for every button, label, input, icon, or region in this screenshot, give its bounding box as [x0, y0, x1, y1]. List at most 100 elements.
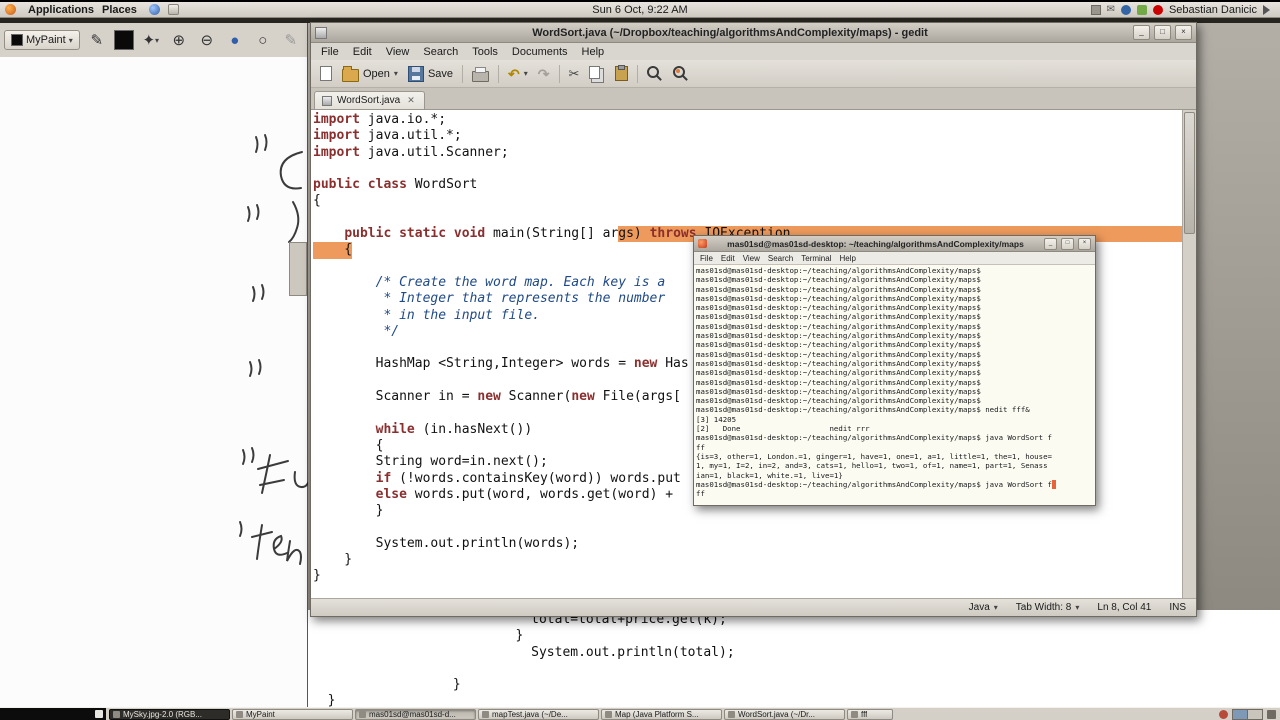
- taskbar-item[interactable]: WordSort.java (~/Dr...: [724, 708, 845, 720]
- redo-button[interactable]: ↷: [534, 65, 554, 83]
- scrollbar-thumb[interactable]: [1184, 112, 1195, 234]
- save-icon: [407, 65, 424, 82]
- code-line: public class WordSort: [313, 177, 478, 193]
- terminal-menu-file[interactable]: File: [697, 254, 716, 263]
- panel-menu-applications[interactable]: Applications: [24, 4, 98, 16]
- terminal-line: 1, my=1, I=2, in=2, and=3, cats=1, hello…: [696, 461, 1048, 471]
- gedit-menu-search[interactable]: Search: [417, 45, 464, 59]
- taskbar-item[interactable]: Map (Java Platform S...: [601, 708, 722, 720]
- terminal-line: mas01sd@mas01sd-desktop:~/teaching/algor…: [696, 405, 1030, 415]
- mypaint-canvas[interactable]: [0, 57, 308, 707]
- tray-app-icon[interactable]: [1219, 709, 1228, 719]
- terminal-line: {is=3, other=1, London.=1, ginger=1, hav…: [696, 451, 1052, 461]
- taskbar-right-area: [1215, 708, 1280, 720]
- taskbar-item-label: WordSort.java (~/Dr...: [738, 709, 815, 719]
- distro-logo-icon[interactable]: [5, 4, 16, 15]
- maximize-button[interactable]: □: [1061, 237, 1074, 250]
- user-switcher[interactable]: Sebastian Danicic: [1169, 4, 1257, 16]
- close-button[interactable]: ×: [1078, 237, 1091, 250]
- taskbar-item[interactable]: mas01sd@mas01sd-d...: [355, 708, 476, 720]
- tab-wordsort-java[interactable]: WordSort.java ✕: [314, 91, 425, 109]
- terminal-line: mas01sd@mas01sd-desktop:~/teaching/algor…: [696, 331, 981, 341]
- gedit-menu-view[interactable]: View: [380, 45, 416, 59]
- save-button[interactable]: Save: [404, 64, 457, 84]
- terminal-line: mas01sd@mas01sd-desktop:~/teaching/algor…: [696, 349, 981, 359]
- window-icon: [113, 710, 120, 718]
- gedit-menu-tools[interactable]: Tools: [466, 45, 504, 59]
- workspace-2[interactable]: [1248, 709, 1262, 719]
- undo-button[interactable]: ↶ ▾: [504, 65, 532, 83]
- gedit-menu-help[interactable]: Help: [576, 45, 611, 59]
- pencil-tool-icon[interactable]: ✎: [86, 29, 108, 51]
- gedit-titlebar[interactable]: WordSort.java (~/Dropbox/teaching/algori…: [311, 23, 1196, 43]
- language-selector[interactable]: Java ▾: [969, 602, 998, 613]
- taskbar-item[interactable]: fff: [847, 708, 893, 720]
- new-button[interactable]: [316, 64, 336, 83]
- code-line: }: [313, 552, 353, 568]
- cut-icon: ✂: [568, 65, 580, 81]
- taskbar-item[interactable]: MySky.jpg-2.0 (RGB...: [109, 708, 230, 720]
- eraser-tool-icon[interactable]: ✎: [280, 29, 302, 51]
- chat-status-icon[interactable]: [1136, 4, 1147, 15]
- chevron-down-icon: ▾: [523, 69, 528, 78]
- terminal-line: mas01sd@mas01sd-desktop:~/teaching/algor…: [696, 479, 1093, 490]
- copy-icon: [589, 65, 601, 79]
- brush-selector-icon[interactable]: ✦ ▾: [140, 29, 162, 51]
- trash-icon[interactable]: [1267, 709, 1276, 719]
- workspace-1[interactable]: [1233, 709, 1248, 719]
- browser-launcher-icon[interactable]: [148, 4, 160, 15]
- chevron-down-icon: ▾: [993, 603, 998, 612]
- app-launcher-icon[interactable]: [167, 4, 179, 15]
- copy-button[interactable]: [585, 65, 609, 81]
- gedit-menu-documents[interactable]: Documents: [506, 45, 574, 59]
- gedit-menu-file[interactable]: File: [315, 45, 345, 59]
- panel-menu-places[interactable]: Places: [98, 4, 141, 16]
- maximize-button[interactable]: □: [1154, 25, 1171, 40]
- background-editor-window: total=total+price.get(k); } System.out.p…: [308, 610, 1280, 708]
- tab-width-selector[interactable]: Tab Width: 8 ▾: [1016, 602, 1080, 613]
- replace-button[interactable]: [669, 64, 693, 84]
- network-icon[interactable]: [1120, 4, 1131, 15]
- minimize-button[interactable]: _: [1133, 25, 1150, 40]
- taskbar-item[interactable]: mapTest.java (~/De...: [478, 708, 599, 720]
- taskbar-item-label: fff: [861, 709, 868, 719]
- star-icon: ✦: [142, 32, 156, 49]
- window-icon: [482, 710, 489, 718]
- zoom-out-icon[interactable]: ⊖: [196, 29, 218, 51]
- open-button[interactable]: Open ▾: [338, 64, 402, 84]
- new-document-icon: [320, 66, 332, 81]
- mypaint-side-panel[interactable]: [289, 242, 307, 296]
- zoom-in-icon[interactable]: ⊕: [168, 29, 190, 51]
- terminal-line: mas01sd@mas01sd-desktop:~/teaching/algor…: [696, 340, 981, 350]
- mypaint-menu-button[interactable]: MyPaint ▾: [4, 30, 80, 50]
- terminal-menu-terminal[interactable]: Terminal: [798, 254, 834, 263]
- find-button[interactable]: [643, 64, 667, 84]
- paste-button[interactable]: [611, 64, 632, 83]
- color-swatch[interactable]: [113, 30, 134, 50]
- terminal-titlebar[interactable]: mas01sd@mas01sd-desktop: ~/teaching/algo…: [694, 236, 1095, 252]
- vertical-scrollbar[interactable]: [1182, 110, 1196, 598]
- tab-close-icon[interactable]: ✕: [405, 94, 417, 107]
- panel-clock[interactable]: Sun 6 Oct, 9:22 AM: [592, 4, 687, 16]
- terminal-menu-search[interactable]: Search: [765, 254, 796, 263]
- show-desktop-icon[interactable]: [95, 710, 103, 718]
- terminal-menu-view[interactable]: View: [740, 254, 763, 263]
- color-circle-icon[interactable]: ●: [224, 29, 246, 51]
- gedit-toolbar: Open ▾ Save ↶ ▾ ↷ ✂: [311, 60, 1196, 88]
- minimize-button[interactable]: _: [1044, 237, 1057, 250]
- terminal-output[interactable]: mas01sd@mas01sd-desktop:~/teaching/algor…: [694, 265, 1095, 505]
- terminal-menu-edit[interactable]: Edit: [718, 254, 738, 263]
- gedit-menu-edit[interactable]: Edit: [347, 45, 378, 59]
- taskbar-item[interactable]: MyPaint: [232, 708, 353, 720]
- panel-tray: ✉ Sebastian Danicic: [1090, 4, 1275, 16]
- print-button[interactable]: [468, 64, 493, 84]
- color-ring-icon[interactable]: ○: [252, 29, 274, 51]
- terminal-menu-help[interactable]: Help: [836, 254, 858, 263]
- volume-icon[interactable]: [1263, 4, 1275, 15]
- record-icon[interactable]: [1152, 4, 1163, 15]
- mail-icon[interactable]: ✉: [1107, 4, 1115, 15]
- tray-icon[interactable]: [1090, 4, 1101, 15]
- cut-button[interactable]: ✂: [565, 65, 584, 83]
- close-button[interactable]: ×: [1175, 25, 1192, 40]
- gedit-tabbar: WordSort.java ✕: [311, 88, 1196, 110]
